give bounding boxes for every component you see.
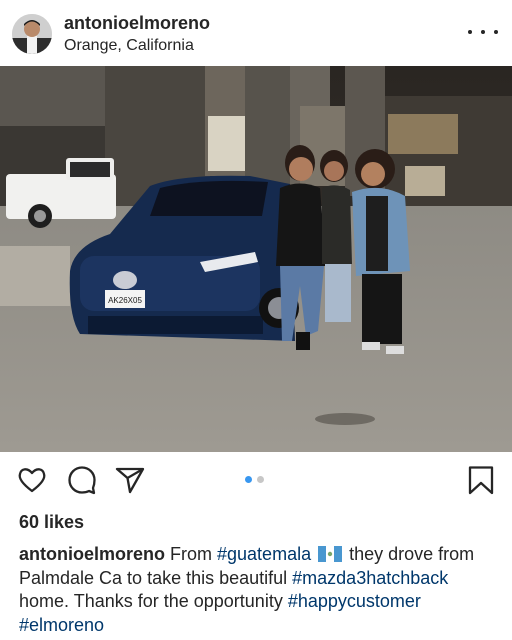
post-photo-image: AK26X05 bbox=[0, 66, 512, 452]
license-plate-text: AK26X05 bbox=[108, 296, 142, 305]
hashtag-link[interactable]: #happycustomer bbox=[288, 591, 421, 611]
send-icon[interactable] bbox=[114, 464, 146, 496]
hashtag-link[interactable]: #mazda3hatchback bbox=[292, 568, 448, 588]
avatar-image bbox=[12, 14, 52, 54]
carousel-indicator bbox=[245, 476, 269, 484]
hashtag-link[interactable]: #guatemala bbox=[217, 544, 311, 564]
post-location[interactable]: Orange, California bbox=[64, 37, 194, 55]
more-options-icon[interactable] bbox=[468, 22, 498, 42]
caption-text: home. Thanks for the opportunity bbox=[19, 591, 288, 611]
instagram-post: antonioelmoreno Orange, California AK26X… bbox=[0, 0, 512, 640]
post-photo[interactable]: AK26X05 bbox=[0, 66, 512, 452]
guatemala-flag-icon bbox=[318, 545, 343, 562]
carousel-dot-active bbox=[245, 476, 252, 483]
carousel-dot bbox=[257, 476, 264, 483]
bookmark-icon[interactable] bbox=[465, 464, 497, 496]
hashtag-link[interactable]: #elmoreno bbox=[19, 615, 104, 635]
post-username[interactable]: antonioelmoreno bbox=[64, 13, 210, 34]
comment-icon[interactable] bbox=[66, 464, 98, 496]
avatar[interactable] bbox=[12, 14, 52, 54]
post-header: antonioelmoreno Orange, California bbox=[0, 0, 512, 66]
likes-count[interactable]: 60 likes bbox=[19, 512, 84, 533]
caption-text: From bbox=[165, 544, 218, 564]
post-caption: antonioelmoreno From #guatemala they dro… bbox=[19, 543, 499, 637]
caption-username[interactable]: antonioelmoreno bbox=[19, 544, 165, 564]
heart-icon[interactable] bbox=[16, 464, 48, 496]
